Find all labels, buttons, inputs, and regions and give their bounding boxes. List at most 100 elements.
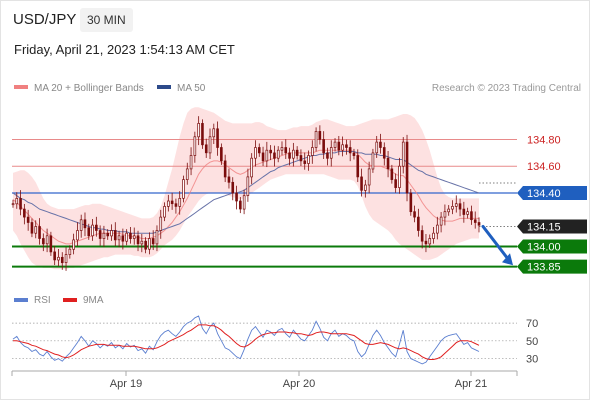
candle-body bbox=[136, 235, 140, 245]
level-label-134.60: 134.60 bbox=[527, 161, 561, 173]
x-axis: Apr 19 Apr 20 Apr 21 bbox=[11, 370, 518, 390]
price-chart: MA 20 + Bollinger Bands MA 50 Research ©… bbox=[11, 83, 587, 390]
candle-body bbox=[379, 141, 382, 148]
candle-body bbox=[23, 208, 26, 218]
candle-body bbox=[420, 230, 424, 242]
candle-body bbox=[197, 123, 200, 138]
candle-body bbox=[405, 141, 409, 194]
candle-body bbox=[140, 240, 144, 245]
candle-body bbox=[364, 184, 367, 191]
rsi-legend-swatch bbox=[14, 298, 28, 302]
candle-body bbox=[38, 226, 41, 239]
candle-body bbox=[83, 219, 87, 229]
candle-body bbox=[341, 144, 344, 151]
candle-body bbox=[79, 219, 83, 231]
candle-body bbox=[273, 152, 276, 159]
candle-body bbox=[462, 208, 466, 215]
candle-body bbox=[394, 179, 397, 188]
ma20-legend-label: MA 20 + Bollinger Bands bbox=[34, 83, 144, 94]
level-label-134.80: 134.80 bbox=[527, 134, 561, 146]
candle-body bbox=[68, 248, 72, 255]
candle-body bbox=[223, 160, 227, 178]
candle-body bbox=[326, 152, 329, 159]
candle-body bbox=[458, 203, 462, 210]
x-tick-label: Apr 20 bbox=[283, 378, 315, 390]
candle-body bbox=[220, 147, 223, 162]
rsi-legend-label: RSI bbox=[34, 295, 51, 306]
ma50-legend-swatch bbox=[157, 85, 171, 89]
candle-body bbox=[121, 235, 125, 242]
candle-body bbox=[182, 179, 185, 199]
candle-body bbox=[352, 152, 356, 156]
candle-body bbox=[337, 141, 341, 151]
candle-body bbox=[432, 232, 435, 239]
ma50-legend-label: MA 50 bbox=[177, 83, 206, 94]
rsi-tick-30: 30 bbox=[526, 354, 538, 366]
candle-body bbox=[26, 216, 30, 223]
candle-body bbox=[174, 203, 178, 207]
candle-body bbox=[170, 200, 174, 205]
level-label-134.00: 134.00 bbox=[527, 242, 561, 254]
candle-body bbox=[439, 216, 443, 226]
candle-body bbox=[193, 136, 197, 156]
candle-body bbox=[113, 230, 117, 241]
candle-body bbox=[208, 136, 212, 154]
candle-body bbox=[64, 254, 68, 263]
candle-body bbox=[148, 238, 151, 250]
candle-body bbox=[443, 211, 447, 218]
candle-body bbox=[447, 208, 450, 213]
candle-body bbox=[307, 155, 310, 164]
rsi-series-9MA bbox=[13, 324, 480, 360]
candle-body bbox=[45, 235, 49, 245]
candle-body bbox=[470, 211, 473, 221]
candle-body bbox=[424, 240, 428, 245]
candle-body bbox=[386, 157, 390, 170]
candle-body bbox=[57, 256, 60, 261]
candle-body bbox=[401, 141, 405, 167]
candle-body bbox=[284, 147, 288, 154]
candle-body bbox=[246, 176, 250, 196]
rsi-tick-50: 50 bbox=[526, 336, 538, 348]
candle-body bbox=[91, 224, 94, 237]
candle-body bbox=[239, 200, 242, 210]
candle-body bbox=[276, 149, 280, 159]
candle-body bbox=[49, 235, 53, 253]
candle-body bbox=[280, 147, 284, 151]
candle-body bbox=[60, 256, 64, 264]
candle-body bbox=[144, 240, 147, 250]
candle-body bbox=[360, 176, 363, 191]
candle-body bbox=[477, 222, 481, 226]
candle-body bbox=[348, 147, 352, 154]
rsi-plot: 70 50 30 bbox=[12, 315, 538, 366]
candle-body bbox=[129, 232, 132, 239]
bollinger-band bbox=[13, 107, 479, 270]
level-label-134.40: 134.40 bbox=[527, 188, 561, 200]
candle-body bbox=[265, 149, 269, 162]
candle-body bbox=[132, 235, 136, 239]
candle-body bbox=[466, 211, 469, 215]
candle-body bbox=[235, 192, 238, 202]
candle-body bbox=[53, 251, 56, 261]
candle-body bbox=[42, 238, 45, 245]
candle-body bbox=[409, 192, 413, 213]
candle-body bbox=[299, 155, 303, 162]
candle-body bbox=[19, 198, 22, 210]
candle-body bbox=[473, 219, 477, 223]
rsi-ma-legend-swatch bbox=[63, 298, 77, 302]
candle-body bbox=[261, 152, 265, 162]
candle-body bbox=[201, 123, 204, 146]
candle-body bbox=[227, 176, 231, 183]
chart-widget: USD/JPY 30 MIN Friday, April 21, 2023 1:… bbox=[0, 0, 590, 400]
candle-body bbox=[125, 232, 128, 242]
candle-body bbox=[314, 131, 318, 148]
candle-body bbox=[231, 181, 235, 194]
candle-body bbox=[95, 224, 98, 231]
candle-body bbox=[371, 152, 375, 170]
candle-body bbox=[428, 238, 432, 245]
candle-body bbox=[106, 232, 110, 237]
candle-body bbox=[436, 224, 439, 234]
level-label-133.85: 133.85 bbox=[527, 262, 561, 274]
candle-body bbox=[269, 149, 272, 154]
candle-body bbox=[189, 155, 193, 170]
candle-body bbox=[356, 155, 360, 178]
